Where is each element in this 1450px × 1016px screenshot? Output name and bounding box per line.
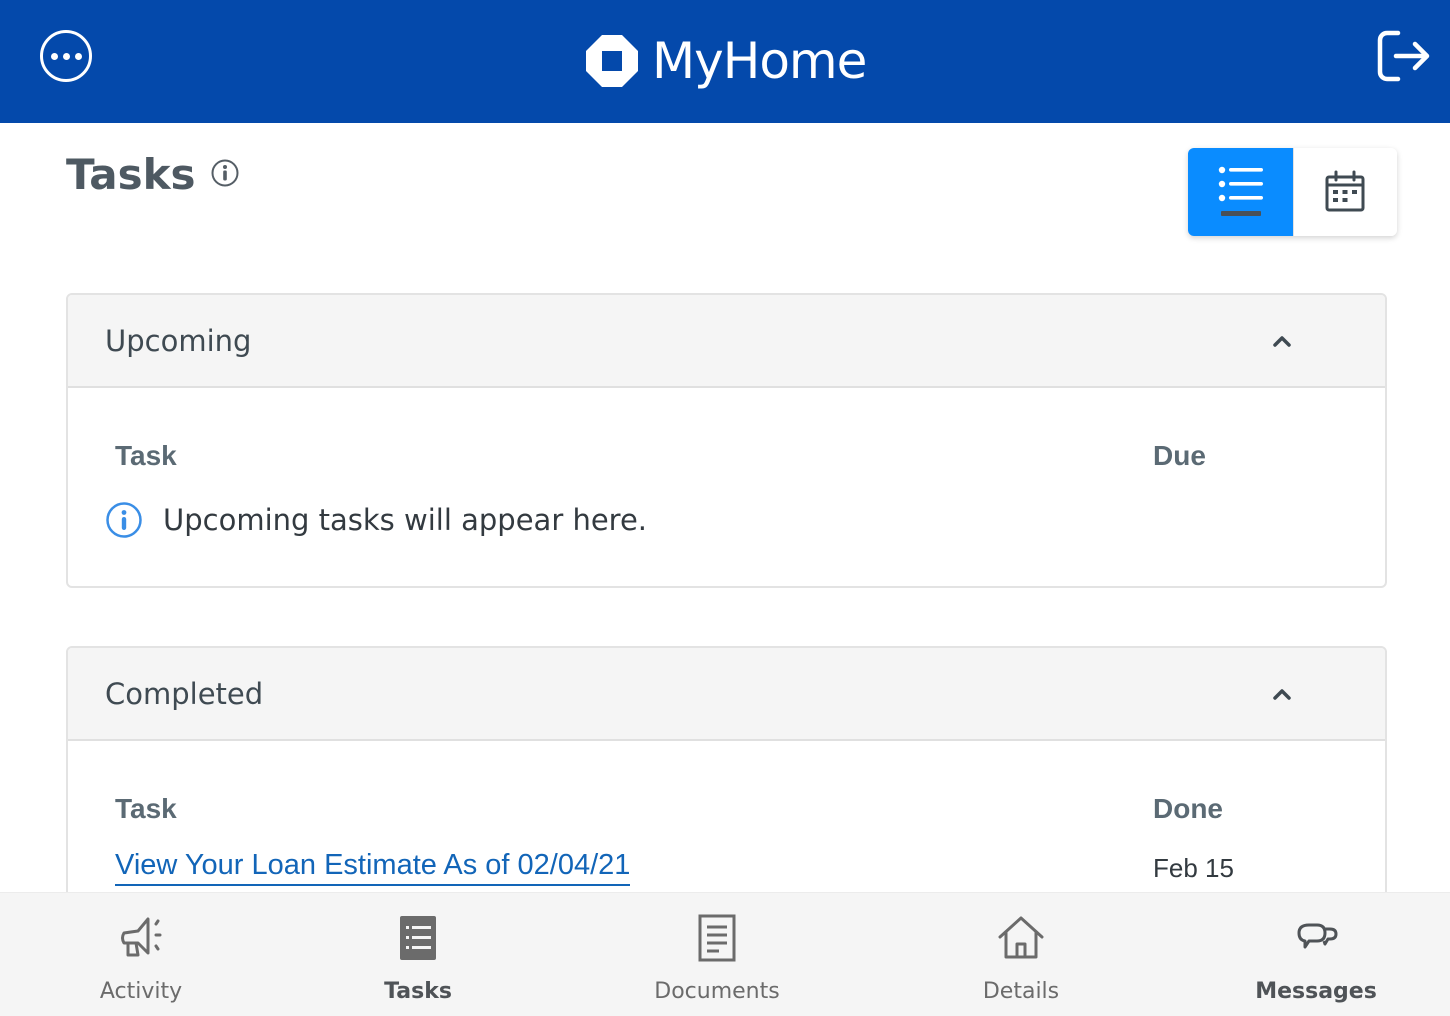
calendar-view-button[interactable] <box>1292 148 1397 236</box>
chevron-up-icon[interactable] <box>1271 683 1293 705</box>
column-header-task: Task <box>115 440 177 471</box>
task-list-icon <box>393 913 443 963</box>
nav-label: Details <box>982 979 1060 1004</box>
more-dot-icon <box>50 52 58 60</box>
nav-label: Tasks <box>384 979 452 1004</box>
nav-label: Documents <box>654 979 780 1004</box>
nav-item-messages[interactable]: Messages <box>1216 893 1416 1016</box>
empty-state: Upcoming tasks will appear here. <box>105 501 647 539</box>
done-date: Feb 15 <box>1153 853 1234 883</box>
page-title: Tasks <box>66 150 196 199</box>
upcoming-title: Upcoming <box>105 323 252 358</box>
completed-title: Completed <box>105 676 264 711</box>
task-link[interactable]: View Your Loan Estimate As of 02/04/21 <box>115 849 631 886</box>
more-dot-icon <box>62 52 70 60</box>
chat-bubbles-icon <box>1291 913 1341 963</box>
nav-item-tasks[interactable]: Tasks <box>318 893 518 1016</box>
brand-name: MyHome <box>652 32 867 90</box>
view-toggle <box>1188 148 1397 236</box>
upcoming-panel: Upcoming Task Due Upcoming tasks will ap… <box>66 293 1387 588</box>
completed-panel-header[interactable]: Completed <box>68 648 1385 741</box>
brand-logo: MyHome <box>584 28 867 94</box>
empty-state-message: Upcoming tasks will appear here. <box>163 503 648 537</box>
logout-button[interactable] <box>1374 28 1434 84</box>
nav-item-documents[interactable]: Documents <box>617 893 817 1016</box>
chevron-up-icon[interactable] <box>1271 330 1293 352</box>
bottom-nav: Activity Tasks Documents Details Message… <box>0 892 1450 1016</box>
more-dot-icon <box>74 52 82 60</box>
column-header-task: Task <box>115 793 177 824</box>
info-circle-icon <box>106 502 142 538</box>
upcoming-panel-header[interactable]: Upcoming <box>68 295 1385 388</box>
megaphone-icon <box>116 913 166 963</box>
nav-item-activity[interactable]: Activity <box>41 893 241 1016</box>
document-icon <box>692 913 742 963</box>
more-menu-button[interactable] <box>40 30 92 82</box>
app-header: MyHome <box>0 0 1450 123</box>
nav-item-details[interactable]: Details <box>921 893 1121 1016</box>
info-circle-icon[interactable] <box>210 158 240 188</box>
column-header-due: Due <box>1153 440 1206 471</box>
octagon-logo-icon <box>586 35 638 87</box>
nav-label: Messages <box>1255 979 1377 1004</box>
list-view-button[interactable] <box>1188 148 1293 236</box>
column-header-done: Done <box>1153 793 1223 824</box>
home-icon <box>996 913 1046 963</box>
list-icon <box>1219 166 1264 216</box>
page-title-area: Tasks <box>66 154 240 196</box>
sign-out-icon <box>1377 30 1430 82</box>
nav-label: Activity <box>99 979 183 1004</box>
calendar-icon <box>1325 170 1365 212</box>
